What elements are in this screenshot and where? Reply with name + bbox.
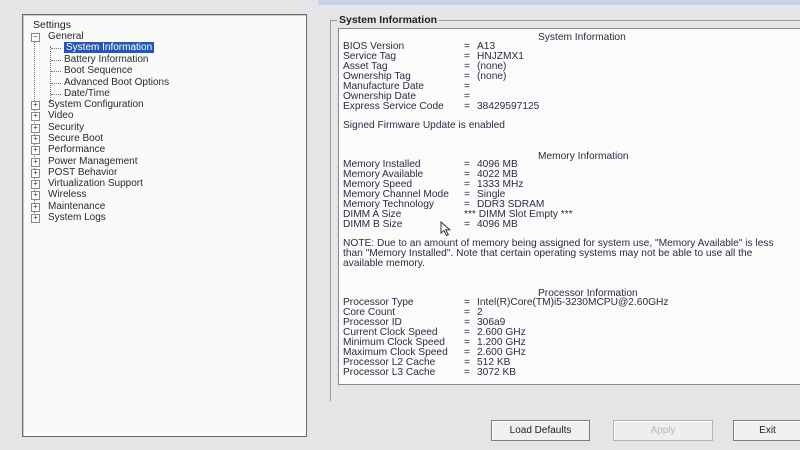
- section-title-memory: Memory Information: [538, 151, 629, 162]
- apply-button[interactable]: Apply: [613, 420, 713, 441]
- tree-item-label: General: [48, 31, 84, 42]
- expand-icon[interactable]: +: [31, 112, 40, 122]
- tree-item-label: Virtualization Support: [48, 178, 143, 190]
- tree-item-label: POST Behavior: [48, 166, 118, 178]
- exit-button[interactable]: Exit: [733, 420, 800, 441]
- expand-icon[interactable]: +: [31, 146, 40, 156]
- expand-icon[interactable]: +: [31, 168, 40, 178]
- tree-item-label: System Configuration: [48, 99, 144, 110]
- tree-item-label: Advanced Boot Options: [64, 76, 170, 88]
- load-defaults-button[interactable]: Load Defaults: [491, 420, 590, 441]
- tree-item-label: Video: [48, 110, 74, 122]
- memory-note-line-3: available memory.: [343, 258, 425, 269]
- section-title-system: System Information: [538, 32, 626, 43]
- tree-item-label: Security: [48, 121, 85, 133]
- tree-item-label: Battery Information: [64, 53, 149, 65]
- tree-item-label: System Information: [64, 42, 155, 53]
- tree-root-label: Settings: [33, 19, 71, 31]
- collapse-icon[interactable]: −: [31, 33, 40, 42]
- firmware-note: Signed Firmware Update is enabled: [343, 120, 505, 131]
- top-window-strip: [318, 0, 800, 5]
- tree-item-label: Performance: [48, 144, 106, 156]
- settings-tree-panel: Settings − General System Information Ba…: [22, 14, 307, 437]
- tree-item-label: Secure Boot: [48, 132, 104, 144]
- group-title: System Information: [337, 14, 440, 26]
- mouse-pointer-icon: [440, 221, 452, 237]
- expand-icon[interactable]: +: [31, 134, 40, 144]
- expand-icon[interactable]: +: [31, 123, 40, 133]
- tree-item-label: Boot Sequence: [64, 65, 133, 76]
- expand-icon[interactable]: +: [31, 157, 40, 167]
- expand-icon[interactable]: +: [31, 180, 40, 190]
- expand-icon[interactable]: +: [31, 202, 40, 212]
- system-information-box: System Information BIOS Version = A13 Serv…: [338, 28, 800, 385]
- tree-item-label: Date/Time: [64, 88, 110, 99]
- tree-item-label: System Logs: [48, 212, 106, 223]
- expand-icon[interactable]: +: [31, 214, 40, 223]
- tree-item-label: Maintenance: [48, 200, 106, 212]
- tree-item-label: Power Management: [48, 155, 138, 167]
- expand-icon[interactable]: +: [31, 101, 40, 110]
- expand-icon[interactable]: +: [31, 191, 40, 201]
- tree-item-label: Wireless: [48, 189, 87, 201]
